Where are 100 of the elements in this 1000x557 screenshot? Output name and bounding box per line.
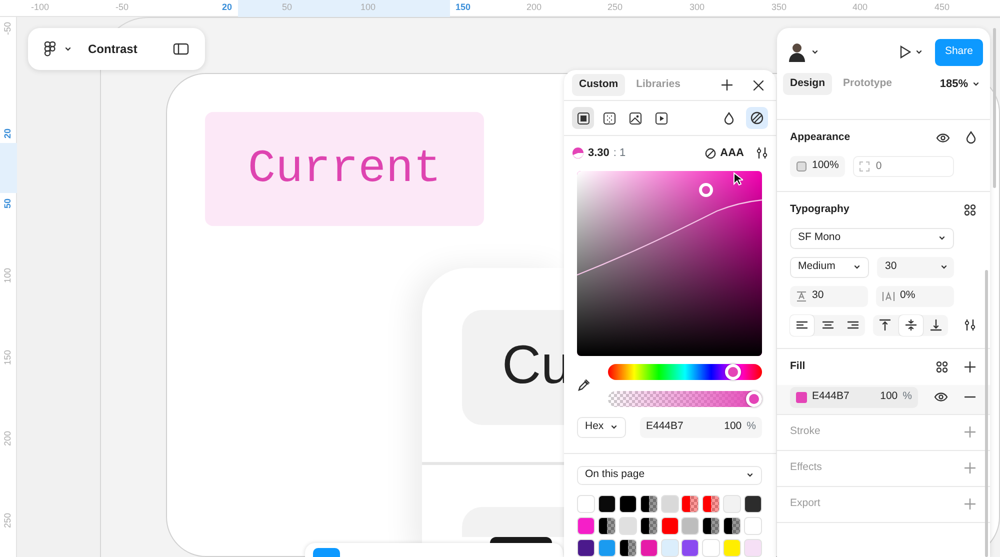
ruler-label: 250 xyxy=(606,3,624,12)
library-dropdown[interactable]: On this page xyxy=(577,466,762,485)
font-dropdown[interactable]: SF Mono xyxy=(790,228,954,249)
drop-icon[interactable] xyxy=(724,112,734,125)
color-swatch[interactable] xyxy=(796,392,807,403)
color-swatch[interactable] xyxy=(618,495,637,513)
color-swatch[interactable] xyxy=(577,495,595,513)
ruler-label: 50 xyxy=(4,198,12,211)
sliders-icon[interactable] xyxy=(756,147,768,160)
tab[interactable]: Design xyxy=(783,73,832,95)
ruler-label: 150 xyxy=(4,348,12,368)
caret-icon xyxy=(811,48,819,56)
hex-field[interactable]: E444B7 100 % xyxy=(640,416,762,438)
opacity-slider[interactable] xyxy=(608,390,762,407)
line-height-field[interactable]: 30 xyxy=(790,286,868,307)
color-swatch[interactable] xyxy=(744,495,762,513)
video-fill-icon xyxy=(654,112,668,125)
color-swatch[interactable] xyxy=(723,517,742,535)
move-tool-icon[interactable] xyxy=(313,548,340,557)
color-swatch[interactable] xyxy=(681,539,700,557)
color-swatch[interactable] xyxy=(660,517,678,535)
color-swatch[interactable] xyxy=(577,517,595,535)
contrast-ratio: 3.30 xyxy=(588,146,610,162)
avatar-icon[interactable] xyxy=(787,42,807,62)
align-icon xyxy=(796,319,808,332)
align-button[interactable] xyxy=(898,314,922,336)
file-title[interactable]: Contrast xyxy=(88,40,138,58)
fill-field[interactable]: E444B7 100 % xyxy=(790,386,918,408)
contrast-icon xyxy=(750,111,764,126)
solid-fill-button[interactable] xyxy=(572,107,594,130)
contrast-toggle[interactable] xyxy=(746,107,768,130)
section-title: Export xyxy=(790,496,820,512)
color-swatch[interactable] xyxy=(681,495,700,513)
corner-radius-field[interactable]: 0 xyxy=(852,156,954,177)
section-title: Effects xyxy=(790,460,822,476)
ratio-unit: : 1 xyxy=(613,146,626,162)
color-swatch[interactable] xyxy=(598,539,616,557)
color-swatch[interactable] xyxy=(577,539,595,557)
eyedropper-icon[interactable] xyxy=(577,378,591,392)
eye-icon[interactable] xyxy=(934,392,948,402)
color-swatch[interactable] xyxy=(702,517,720,535)
caret-icon xyxy=(746,471,754,480)
color-swatch[interactable] xyxy=(744,539,762,557)
color-swatch[interactable] xyxy=(640,539,658,557)
eye-icon[interactable] xyxy=(936,132,950,143)
vertical-align-icon xyxy=(930,319,942,332)
plus-icon[interactable] xyxy=(964,360,976,373)
color-swatch[interactable] xyxy=(681,517,700,535)
format-dropdown[interactable]: Hex xyxy=(577,416,626,438)
weight-dropdown[interactable]: Medium xyxy=(790,256,869,278)
color-swatch[interactable] xyxy=(723,495,742,513)
letter-spacing-field[interactable]: 0% xyxy=(876,286,954,307)
play-icon[interactable] xyxy=(898,45,911,59)
opacity-value[interactable]: 100 xyxy=(724,419,742,436)
sample-text: Current xyxy=(248,142,442,196)
picker-thumb[interactable] xyxy=(699,182,713,197)
drop-icon[interactable] xyxy=(966,131,976,144)
color-swatch[interactable] xyxy=(744,517,762,535)
color-swatch[interactable] xyxy=(618,539,637,557)
figma-logo-icon[interactable] xyxy=(44,41,56,57)
color-swatch[interactable] xyxy=(723,539,742,557)
color-swatch[interactable] xyxy=(640,495,658,513)
align-button[interactable] xyxy=(790,314,814,336)
ruler-label: 20 xyxy=(4,128,12,141)
scrollbar[interactable] xyxy=(985,270,988,557)
contrast-rating[interactable]: AAA xyxy=(720,145,744,162)
percent-unit: % xyxy=(746,419,756,434)
ruler-highlight xyxy=(0,143,17,193)
color-swatch[interactable] xyxy=(660,539,678,557)
hex-value[interactable]: E444B7 xyxy=(646,419,684,436)
plus-icon[interactable] xyxy=(721,79,733,92)
section-title: Typography xyxy=(790,202,850,217)
ruler-label: 200 xyxy=(4,430,12,448)
styles-icon[interactable] xyxy=(964,204,976,216)
size-dropdown[interactable]: 30 xyxy=(877,256,954,278)
color-swatch[interactable] xyxy=(598,517,616,535)
zoom-level[interactable]: 185% xyxy=(940,76,968,92)
styles-icon[interactable] xyxy=(936,360,948,373)
color-swatch[interactable] xyxy=(618,517,637,535)
ruler-label: 250 xyxy=(4,512,12,530)
caret-icon xyxy=(64,45,72,53)
opacity-field[interactable]: 100% xyxy=(790,156,845,177)
slider-thumb[interactable] xyxy=(725,364,742,380)
caret-icon xyxy=(940,263,948,272)
contrast-icon xyxy=(572,147,584,160)
hue-slider[interactable] xyxy=(608,364,762,380)
color-swatch[interactable] xyxy=(640,517,658,535)
tab[interactable]: Custom xyxy=(572,74,626,96)
slider-thumb[interactable] xyxy=(746,390,762,407)
color-swatch[interactable] xyxy=(598,495,616,513)
color-swatch[interactable] xyxy=(702,495,720,513)
gradient-fill-icon xyxy=(602,112,616,125)
scrollbar[interactable] xyxy=(993,28,996,188)
caret-icon xyxy=(938,234,946,242)
color-swatch[interactable] xyxy=(702,539,720,557)
sidebar-icon[interactable] xyxy=(173,43,189,55)
color-swatch[interactable] xyxy=(660,495,678,513)
sliders-icon[interactable] xyxy=(964,319,976,332)
ruler-label: 200 xyxy=(525,3,543,12)
close-icon[interactable] xyxy=(753,80,764,91)
